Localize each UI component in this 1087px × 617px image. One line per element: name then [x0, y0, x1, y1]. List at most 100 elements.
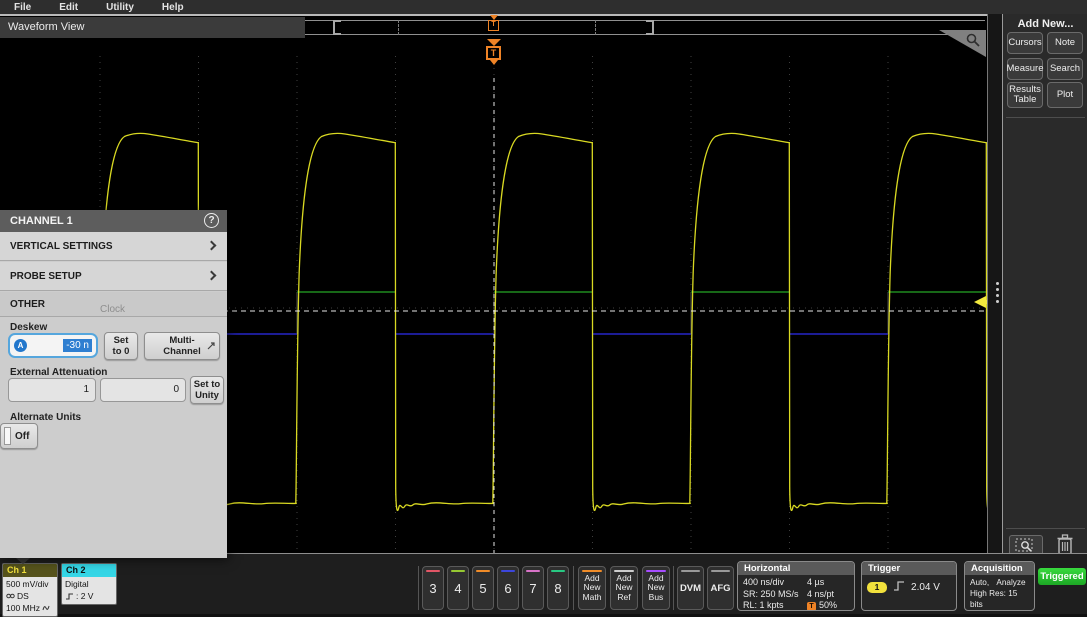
add-plot-button[interactable]: Plot	[1047, 82, 1083, 108]
ch5-label: 5	[479, 581, 486, 596]
trigger-badge[interactable]: Trigger 1 2.04 V	[861, 561, 957, 611]
ch1-name: Ch 1	[3, 564, 57, 577]
ch8-button[interactable]: 8	[547, 566, 569, 610]
ch8-color-stripe	[551, 570, 565, 572]
ch2-mode: Digital	[65, 578, 113, 590]
splitter-dot	[996, 282, 999, 285]
alternate-units-toggle[interactable]: Off	[0, 423, 38, 449]
section-probe-setup[interactable]: PROBE SETUP	[0, 262, 227, 291]
ruler-tick	[595, 20, 596, 35]
trigger-position-icon: T	[807, 602, 816, 611]
ruler-trigger-t-icon[interactable]: T	[488, 20, 499, 31]
ch1-badge[interactable]: Ch 1 500 mV/div DS 100 MHz	[2, 563, 58, 617]
separator	[573, 566, 574, 610]
ch2-threshold: : 2 V	[76, 590, 93, 602]
probe-icon	[6, 592, 15, 600]
splitter-dot	[996, 300, 999, 303]
trigger-position-flag[interactable]: T	[486, 46, 501, 60]
menu-edit[interactable]: Edit	[59, 2, 78, 13]
menu-utility[interactable]: Utility	[106, 2, 134, 13]
acquisition-badge[interactable]: Acquisition Auto, Analyze High Res: 15 b…	[964, 561, 1035, 611]
add-cursors-button[interactable]: Cursors	[1007, 32, 1043, 54]
alternate-units-row: Off	[0, 423, 227, 451]
add-measure-button[interactable]: Measure	[1007, 58, 1043, 80]
acquisition-count: 109.816 kAcqs	[970, 610, 1029, 611]
external-attenuation-row: 1 0 Set to Unity	[0, 378, 227, 408]
section-label: OTHER	[10, 299, 45, 310]
math-color-stripe	[582, 570, 602, 572]
ch7-button[interactable]: 7	[522, 566, 544, 610]
ruler-tick	[398, 20, 399, 35]
help-icon[interactable]: ?	[204, 213, 219, 228]
ch3-color-stripe	[426, 570, 440, 572]
ch5-color-stripe	[476, 570, 490, 572]
ruler-left-bracket[interactable]	[333, 20, 341, 35]
menu-bar: File Edit Utility Help	[0, 0, 1087, 14]
add-note-button[interactable]: Note	[1047, 32, 1083, 54]
ch1-scale: 500 mV/div	[6, 578, 54, 590]
trigger-level-arrow-icon[interactable]	[974, 296, 986, 308]
section-label: VERTICAL SETTINGS	[10, 241, 113, 252]
ch2-badge[interactable]: Ch 2 Digital : 2 V	[61, 563, 117, 605]
chevron-right-icon	[207, 241, 217, 251]
triggered-status-badge: Triggered	[1038, 568, 1086, 585]
menu-file[interactable]: File	[14, 2, 31, 13]
set-to-zero-button[interactable]: Set to 0	[104, 332, 138, 360]
acquisition-title: Acquisition	[965, 562, 1034, 575]
set-to-unity-button[interactable]: Set to Unity	[190, 376, 224, 404]
multi-channel-label: Multi- Channel	[163, 335, 200, 357]
menu-help[interactable]: Help	[162, 2, 184, 13]
afg-stripe	[711, 570, 730, 572]
alternate-units-label: Alternate Units	[10, 412, 81, 423]
ruler-right-bracket[interactable]	[646, 20, 654, 35]
add-search-button[interactable]: Search	[1047, 58, 1083, 80]
trigger-flag-nub	[490, 60, 498, 65]
ch5-button[interactable]: 5	[472, 566, 494, 610]
add-results-table-button[interactable]: Results Table	[1007, 82, 1043, 108]
knob-a-icon: A	[14, 339, 27, 352]
multi-channel-button[interactable]: Multi- Channel	[144, 332, 220, 360]
separator	[418, 566, 419, 610]
digital-channel-label: Clock	[100, 304, 125, 315]
ch3-label: 3	[429, 581, 436, 596]
deskew-value: -30 n	[63, 339, 92, 352]
ch6-button[interactable]: 6	[497, 566, 519, 610]
ch3-button[interactable]: 3	[422, 566, 444, 610]
ref-color-stripe	[614, 570, 634, 572]
add-new-bus-button[interactable]: Add New Bus	[642, 566, 670, 610]
afg-button[interactable]: AFG	[707, 566, 734, 610]
ch4-button[interactable]: 4	[447, 566, 469, 610]
chevron-right-icon	[207, 271, 217, 281]
ruler-top-line	[305, 20, 985, 21]
expand-icon	[207, 342, 215, 350]
panel-splitter[interactable]	[988, 14, 1002, 553]
add-new-panel: Add New... Cursors Note Measure Search R…	[1002, 14, 1087, 553]
toggle-slider	[4, 427, 11, 445]
attenuation-input-1[interactable]: 1	[8, 378, 96, 402]
horizontal-scale: 400 ns/div	[743, 577, 807, 589]
ch6-color-stripe	[501, 570, 515, 572]
add-new-math-button[interactable]: Add New Math	[578, 566, 606, 610]
dialog-title[interactable]: CHANNEL 1	[0, 210, 227, 232]
deskew-input[interactable]: A -30 n	[8, 333, 98, 358]
section-vertical-settings[interactable]: VERTICAL SETTINGS	[0, 232, 227, 261]
ch6-label: 6	[504, 581, 511, 596]
deskew-label: Deskew	[10, 322, 47, 333]
attenuation-input-2[interactable]: 0	[100, 378, 186, 402]
add-new-ref-button[interactable]: Add New Ref	[610, 566, 638, 610]
panel-divider	[1006, 528, 1085, 529]
afg-label: AFG	[710, 583, 730, 594]
splitter-dot	[996, 288, 999, 291]
add-new-math-label: Add New Math	[583, 574, 602, 603]
horizontal-badge[interactable]: Horizontal 400 ns/div 4 µs SR: 250 MS/s …	[737, 561, 855, 611]
sample-rate: SR: 250 MS/s	[743, 589, 807, 601]
channel-1-dialog: CHANNEL 1 ? VERTICAL SETTINGS PROBE SETU…	[0, 210, 227, 558]
ch8-label: 8	[554, 581, 561, 596]
ch7-label: 7	[529, 581, 536, 596]
section-label: PROBE SETUP	[10, 271, 82, 282]
dvm-button[interactable]: DVM	[677, 566, 704, 610]
dvm-stripe	[681, 570, 700, 572]
trigger-position-arrow-icon[interactable]	[487, 39, 501, 46]
horizontal-position: 50%	[819, 600, 837, 610]
dvm-label: DVM	[680, 583, 701, 594]
